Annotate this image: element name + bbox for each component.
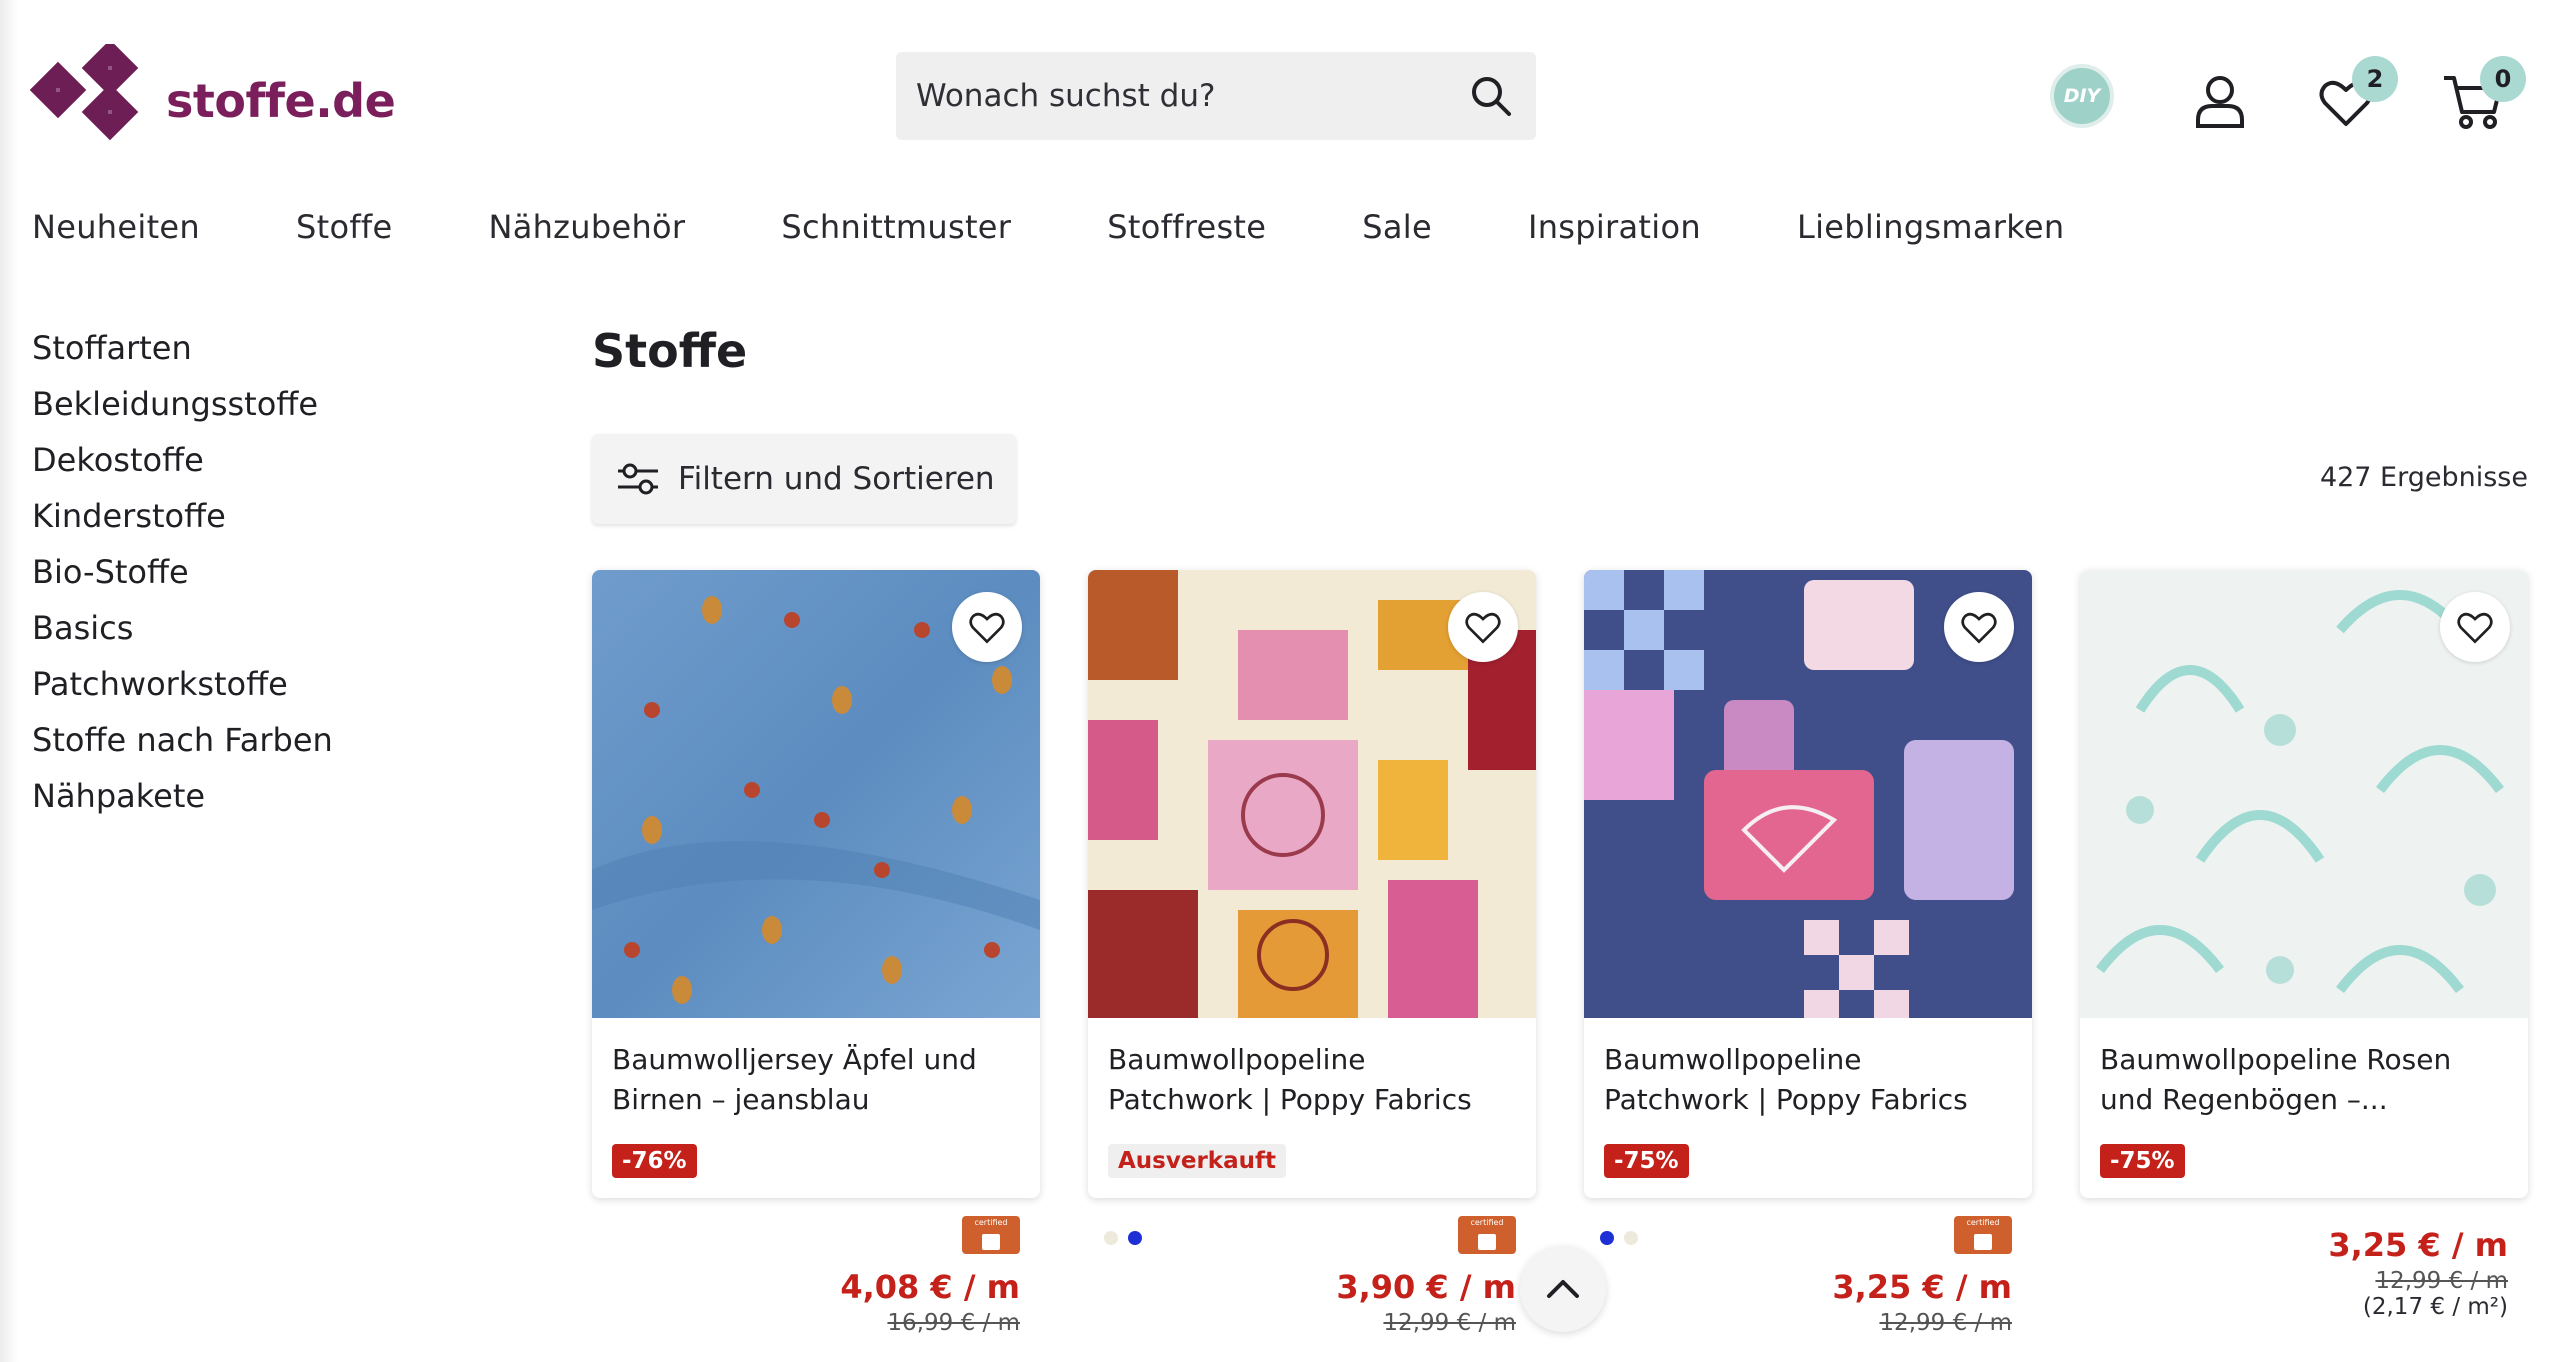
nav-item-stoffreste[interactable]: Stoffreste	[1107, 208, 1266, 246]
nav-item-naehzubehoer[interactable]: Nähzubehör	[488, 208, 685, 246]
chevron-up-icon	[1547, 1280, 1579, 1298]
cart-count-badge: 0	[2480, 56, 2526, 102]
product-card[interactable]: Baumwollpopeline Patchwork | Poppy Fabri…	[1088, 570, 1536, 1198]
color-swatch[interactable]	[1600, 1231, 1614, 1245]
heart-icon	[1961, 612, 1997, 644]
color-swatches	[1104, 1231, 1152, 1245]
certified-icon: certified	[962, 1216, 1020, 1254]
product-title[interactable]: Baumwollpopeline Patchwork | Poppy Fabri…	[1604, 1040, 2012, 1120]
heart-icon	[969, 612, 1005, 644]
old-price: 12,99 € / m	[1879, 1310, 2012, 1336]
wishlist-toggle[interactable]	[952, 592, 1022, 662]
product-title[interactable]: Baumwollpopeline Rosen und Regenbögen –.…	[2100, 1040, 2508, 1120]
nav-item-inspiration[interactable]: Inspiration	[1528, 208, 1701, 246]
search-icon[interactable]	[1466, 71, 1516, 121]
search-input[interactable]	[896, 51, 1466, 141]
sold-out-badge: Ausverkauft	[1108, 1144, 1286, 1178]
price-block: certified 3,90 € / m 12,99 € / m	[1088, 1216, 1536, 1336]
nav-item-neuheiten[interactable]: Neuheiten	[32, 208, 200, 246]
filter-sort-button[interactable]: Filtern und Sortieren	[592, 434, 1016, 524]
color-swatches	[1600, 1231, 1648, 1245]
wishlist-toggle[interactable]	[1944, 592, 2014, 662]
logo-mark-icon	[30, 44, 170, 144]
sliders-icon	[618, 463, 658, 495]
search-bar	[896, 51, 1536, 141]
old-price: 16,99 € / m	[887, 1310, 1020, 1336]
sidebar-item-kinderstoffe[interactable]: Kinderstoffe	[32, 494, 333, 550]
wishlist-toggle[interactable]	[2440, 592, 2510, 662]
scroll-to-top-button[interactable]	[1520, 1246, 1606, 1332]
diy-badge-label: DIY	[2063, 85, 2101, 107]
product-title[interactable]: Baumwolljersey Äpfel und Birnen – jeansb…	[612, 1040, 1020, 1120]
sidebar-item-bio-stoffe[interactable]: Bio-Stoffe	[32, 550, 333, 606]
diy-badge-icon[interactable]: DIY	[2050, 64, 2114, 128]
product-price: 3,25 € / m	[1832, 1268, 2012, 1306]
filter-sort-label: Filtern und Sortieren	[678, 461, 995, 497]
heart-icon	[2457, 612, 2493, 644]
category-sidebar: Stoffarten Bekleidungsstoffe Dekostoffe …	[32, 326, 333, 830]
product-image	[2080, 570, 2528, 1018]
wishlist-toggle[interactable]	[1448, 592, 1518, 662]
left-edge-shadow	[0, 0, 18, 1362]
discount-badge: -75%	[1604, 1144, 1689, 1178]
nav-item-sale[interactable]: Sale	[1362, 208, 1432, 246]
sidebar-item-stoffe-nach-farben[interactable]: Stoffe nach Farben	[32, 718, 333, 774]
discount-badge: -75%	[2100, 1144, 2185, 1178]
product-card[interactable]: Baumwolljersey Äpfel und Birnen – jeansb…	[592, 570, 1040, 1198]
nav-item-stoffe[interactable]: Stoffe	[296, 208, 392, 246]
product-price: 4,08 € / m	[840, 1268, 1020, 1306]
nav-item-schnittmuster[interactable]: Schnittmuster	[781, 208, 1011, 246]
result-count: 427 Ergebnisse	[2319, 462, 2528, 493]
product-image	[592, 570, 1040, 1018]
product-card[interactable]: Baumwollpopeline Patchwork | Poppy Fabri…	[1584, 570, 2032, 1198]
color-swatch[interactable]	[1128, 1231, 1142, 1245]
certified-icon: certified	[1458, 1216, 1516, 1254]
color-swatch[interactable]	[1624, 1231, 1638, 1245]
old-price: 12,99 € / m	[1383, 1310, 1516, 1336]
unit-price: (2,17 € / m²)	[2362, 1294, 2508, 1320]
discount-badge: -76%	[612, 1144, 697, 1178]
sidebar-item-patchworkstoffe[interactable]: Patchworkstoffe	[32, 662, 333, 718]
product-price: 3,25 € / m	[2328, 1226, 2508, 1264]
color-swatch[interactable]	[1104, 1231, 1118, 1245]
page-title: Stoffe	[592, 324, 748, 378]
logo-text: stoffe.de	[166, 74, 396, 128]
main-navigation: Neuheiten Stoffe Nähzubehör Schnittmuste…	[32, 208, 2161, 246]
product-image	[1584, 570, 2032, 1018]
sidebar-item-bekleidungsstoffe[interactable]: Bekleidungsstoffe	[32, 382, 333, 438]
account-icon[interactable]	[2190, 70, 2250, 130]
sidebar-item-dekostoffe[interactable]: Dekostoffe	[32, 438, 333, 494]
sidebar-item-naehpakete[interactable]: Nähpakete	[32, 774, 333, 830]
price-block: certified 4,08 € / m 16,99 € / m	[592, 1216, 1040, 1336]
product-card[interactable]: Baumwollpopeline Rosen und Regenbögen –.…	[2080, 570, 2528, 1198]
price-block: 3,25 € / m 12,99 € / m (2,17 € / m²)	[2080, 1216, 2528, 1320]
product-title[interactable]: Baumwollpopeline Patchwork | Poppy Fabri…	[1108, 1040, 1516, 1120]
old-price: 12,99 € / m	[2375, 1268, 2508, 1294]
sidebar-item-stoffarten[interactable]: Stoffarten	[32, 326, 333, 382]
site-logo[interactable]: stoffe.de	[30, 44, 396, 144]
certified-icon: certified	[1954, 1216, 2012, 1254]
heart-icon	[1465, 612, 1501, 644]
product-image	[1088, 570, 1536, 1018]
price-block: certified 3,25 € / m 12,99 € / m	[1584, 1216, 2032, 1336]
wishlist-count-badge: 2	[2352, 56, 2398, 102]
nav-item-lieblingsmarken[interactable]: Lieblingsmarken	[1797, 208, 2065, 246]
product-price: 3,90 € / m	[1336, 1268, 1516, 1306]
sidebar-item-basics[interactable]: Basics	[32, 606, 333, 662]
